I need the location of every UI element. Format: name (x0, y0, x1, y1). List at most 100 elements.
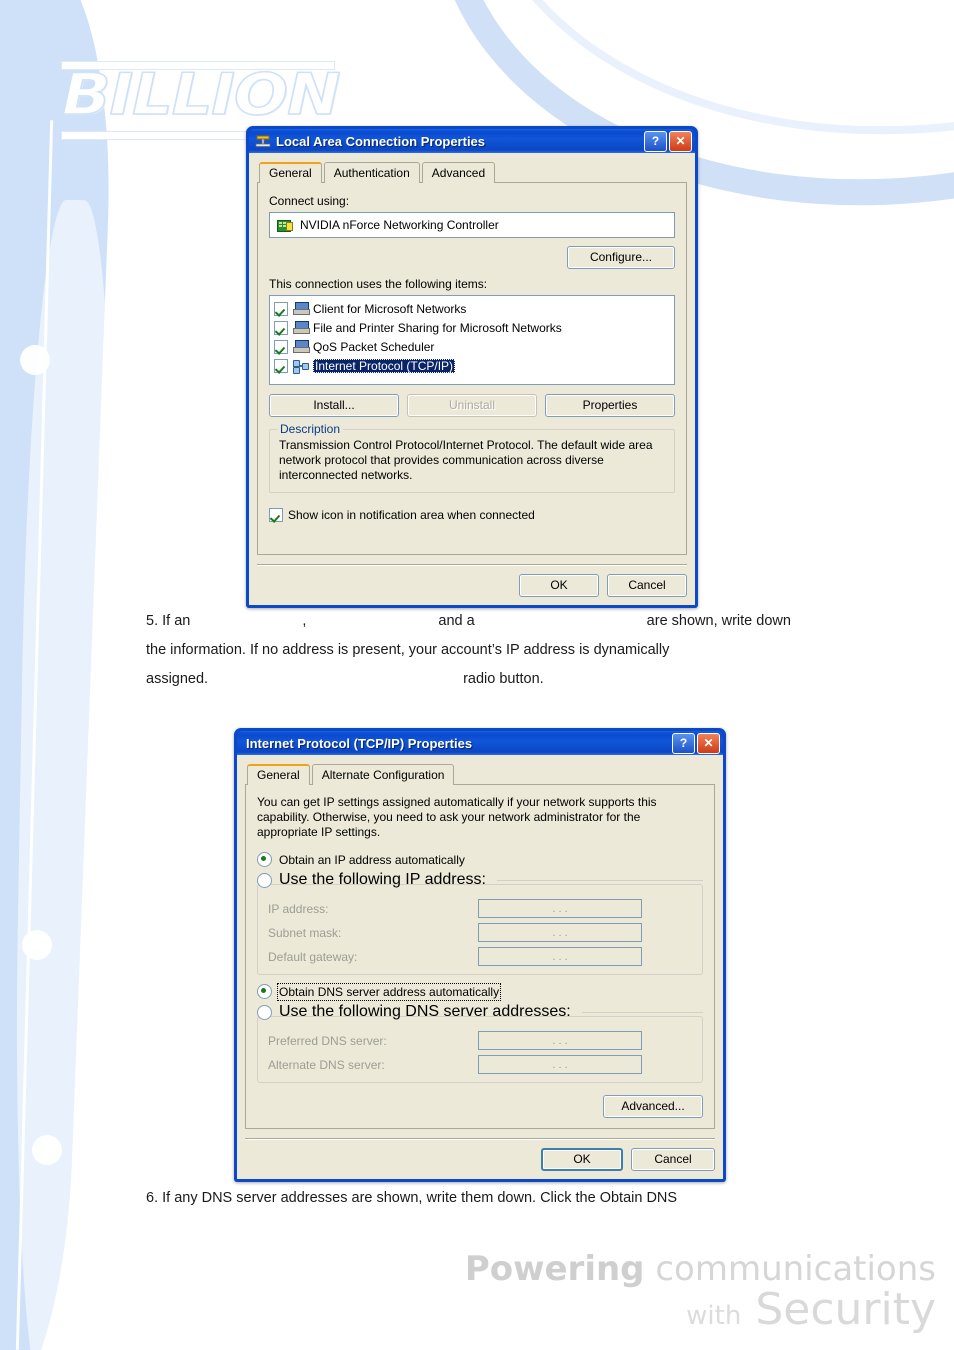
checkbox-icon[interactable] (274, 339, 288, 354)
internet-protocol-tcpip-properties-dialog: Internet Protocol (TCP/IP) Properties ? … (234, 728, 726, 1182)
description-legend: Description (277, 422, 344, 436)
show-icon-label: Show icon in notification area when conn… (288, 507, 535, 522)
checkbox-icon[interactable] (269, 507, 283, 522)
subnet-mask-row: Subnet mask: . . . (268, 923, 692, 942)
alternate-dns-label: Alternate DNS server: (268, 1057, 385, 1072)
dialog2-window-buttons: ? ✕ (672, 732, 720, 754)
dialog1-title-bar[interactable]: Local Area Connection Properties ? ✕ (249, 129, 695, 153)
default-gateway-input: . . . (478, 947, 642, 966)
tab-general[interactable]: General (259, 162, 322, 183)
footer-communications: communications (655, 1249, 936, 1289)
ok-button[interactable]: OK (541, 1148, 623, 1171)
step5-text-c: and a (438, 613, 475, 629)
step5-paragraph: 5. If an, and a are shown, write down the … (146, 607, 846, 694)
preferred-dns-label: Preferred DNS server: (268, 1033, 387, 1048)
dialog1-tab-strip: General Authentication Advanced (259, 161, 687, 183)
radio-icon[interactable] (257, 852, 272, 867)
tab-authentication[interactable]: Authentication (323, 162, 420, 183)
dialog1-button-row: OK Cancel (257, 574, 687, 597)
uninstall-button: Uninstall (407, 394, 537, 417)
group-line (581, 1011, 703, 1013)
protocol-icon (293, 359, 309, 374)
radio-icon[interactable] (257, 1004, 272, 1020)
ok-button[interactable]: OK (519, 574, 599, 597)
advanced-button[interactable]: Advanced... (603, 1095, 703, 1118)
tab-alternate-configuration[interactable]: Alternate Configuration (311, 764, 455, 785)
step5-text-a: 5. If an (146, 613, 191, 629)
step5-line2: the information. If no address is presen… (146, 642, 670, 658)
dialog2-button-row: OK Cancel (245, 1148, 715, 1171)
alternate-dns-input: . . . (478, 1055, 642, 1074)
list-item-label: Client for Microsoft Networks (313, 301, 467, 316)
tab-general[interactable]: General (247, 764, 310, 785)
properties-button[interactable]: Properties (545, 394, 675, 417)
list-item[interactable]: Client for Microsoft Networks (274, 299, 670, 318)
footer-line1: Powering communications (465, 1252, 936, 1286)
dialog1-title-text: Local Area Connection Properties (276, 133, 486, 149)
adapter-row: NVIDIA nForce Networking Controller (273, 215, 671, 235)
show-icon-checkbox-row[interactable]: Show icon in notification area when conn… (269, 505, 675, 524)
components-list[interactable]: Client for Microsoft Networks File and P… (269, 295, 675, 385)
list-item[interactable]: QoS Packet Scheduler (274, 337, 670, 356)
cancel-button[interactable]: Cancel (607, 574, 687, 597)
step5-text-b: , (302, 613, 307, 629)
obtain-ip-automatically-radio-row[interactable]: Obtain an IP address automatically (257, 852, 703, 867)
dialog2-title-text: Internet Protocol (TCP/IP) Properties (246, 735, 473, 751)
decorative-dot (32, 1135, 62, 1165)
computer-icon (293, 340, 310, 353)
obtain-dns-automatically-label: Obtain DNS server address automatically (276, 982, 502, 1001)
divider (245, 1138, 715, 1140)
footer-security: Security (755, 1284, 936, 1335)
footer-line2: with Security (465, 1288, 936, 1332)
network-connection-icon (255, 133, 271, 149)
dialog1-body: General Authentication Advanced Connect … (249, 153, 695, 605)
step6-paragraph: 6. If any DNS server addresses are shown… (146, 1190, 678, 1206)
help-icon[interactable]: ? (672, 732, 695, 754)
group-line (496, 879, 703, 881)
list-item-label: Internet Protocol (TCP/IP) (313, 358, 456, 373)
checkbox-icon[interactable] (274, 301, 288, 316)
local-area-connection-properties-dialog: Local Area Connection Properties ? ✕ Gen… (246, 126, 698, 608)
step5-line1: 5. If an, and a are shown, write down (146, 607, 846, 636)
connect-using-label: Connect using: (269, 194, 350, 208)
list-item-label: File and Printer Sharing for Microsoft N… (313, 320, 562, 335)
divider (257, 564, 687, 566)
checkbox-icon[interactable] (274, 320, 288, 335)
list-item[interactable]: File and Printer Sharing for Microsoft N… (274, 318, 670, 337)
list-item-label: QoS Packet Scheduler (313, 339, 435, 354)
radio-icon[interactable] (257, 984, 272, 999)
configure-button[interactable]: Configure... (567, 246, 675, 269)
checkbox-icon[interactable] (274, 358, 288, 373)
computer-icon (293, 302, 310, 315)
default-gateway-label: Default gateway: (268, 949, 358, 964)
close-icon[interactable]: ✕ (669, 130, 692, 152)
dialog2-title-bar[interactable]: Internet Protocol (TCP/IP) Properties ? … (237, 731, 723, 755)
ip-fields-group: IP address: . . . Subnet mask: . . . Def… (257, 884, 703, 975)
computer-icon (293, 321, 310, 334)
description-text: Transmission Control Protocol/Internet P… (279, 438, 653, 482)
subnet-mask-input: . . . (478, 923, 642, 942)
tab-advanced[interactable]: Advanced (421, 162, 496, 183)
left-band-highlight (9, 199, 121, 1350)
list-item[interactable]: Internet Protocol (TCP/IP) (274, 356, 670, 375)
left-decorative-line (15, 120, 54, 1350)
radio-icon[interactable] (257, 872, 272, 888)
use-following-dns-label: Use the following DNS server addresses: (279, 1003, 571, 1020)
help-icon[interactable]: ? (644, 130, 667, 152)
decorative-dot (20, 345, 50, 375)
footer-with: with (686, 1301, 742, 1331)
close-icon[interactable]: ✕ (697, 732, 720, 754)
network-adapter-icon (277, 219, 293, 232)
ip-address-label: IP address: (268, 901, 329, 916)
obtain-dns-automatically-radio-row[interactable]: Obtain DNS server address automatically (257, 982, 703, 1001)
dialog2-tab-strip: General Alternate Configuration (247, 763, 715, 785)
items-label: This connection uses the following items… (269, 277, 488, 291)
dialog1-general-panel: Connect using: NVIDIA nForce Networking … (257, 182, 687, 555)
cancel-button[interactable]: Cancel (631, 1148, 715, 1171)
subnet-mask-label: Subnet mask: (268, 925, 342, 940)
description-group: Description Transmission Control Protoco… (269, 422, 675, 493)
use-following-ip-label: Use the following IP address: (279, 871, 486, 888)
install-button[interactable]: Install... (269, 394, 399, 417)
dialog2-general-panel: You can get IP settings assigned automat… (245, 784, 715, 1129)
dialog1-window-buttons: ? ✕ (644, 130, 692, 152)
